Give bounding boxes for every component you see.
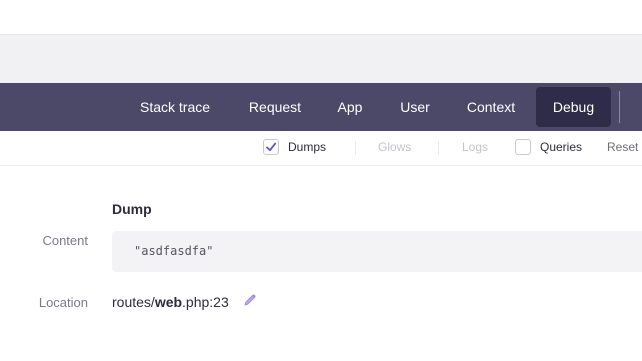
dump-title: Dump	[112, 201, 152, 217]
dumps-label[interactable]: Dumps	[288, 140, 326, 154]
content-label: Content	[42, 233, 88, 248]
tab-stack-trace[interactable]: Stack trace	[129, 87, 221, 127]
logs-label: Logs	[462, 140, 489, 154]
dump-content-value: "asdfasdfa"	[134, 244, 214, 258]
location-file: web	[154, 294, 183, 310]
tab-request[interactable]: Request	[236, 87, 314, 127]
checkmark-icon	[266, 142, 277, 152]
glows-label: Glows	[378, 140, 412, 154]
filter-bar: Dumps Glows Logs Queries Reset	[0, 131, 642, 166]
tab-bar: Stack trace Request App User Context Deb…	[0, 83, 642, 131]
queries-checkbox[interactable]	[515, 139, 531, 155]
reset-button[interactable]: Reset	[607, 140, 638, 154]
filter-divider	[355, 141, 356, 155]
location-suffix: .php:23	[182, 294, 229, 310]
dump-content-box: "asdfasdfa"	[112, 231, 642, 272]
tabbar-separator	[619, 91, 620, 123]
dumps-checkbox[interactable]	[263, 139, 279, 155]
header-band	[0, 35, 642, 83]
filter-divider	[438, 141, 439, 155]
top-area	[0, 0, 642, 34]
location-prefix: routes/	[112, 294, 155, 310]
location-label: Location	[38, 295, 88, 310]
tab-user[interactable]: User	[386, 87, 444, 127]
location-link[interactable]: routes/web.php:23	[112, 294, 229, 310]
queries-label[interactable]: Queries	[540, 140, 582, 154]
tab-context[interactable]: Context	[456, 87, 526, 127]
pencil-icon[interactable]	[242, 292, 258, 313]
tab-debug[interactable]: Debug	[536, 87, 611, 127]
tab-app[interactable]: App	[326, 87, 374, 127]
